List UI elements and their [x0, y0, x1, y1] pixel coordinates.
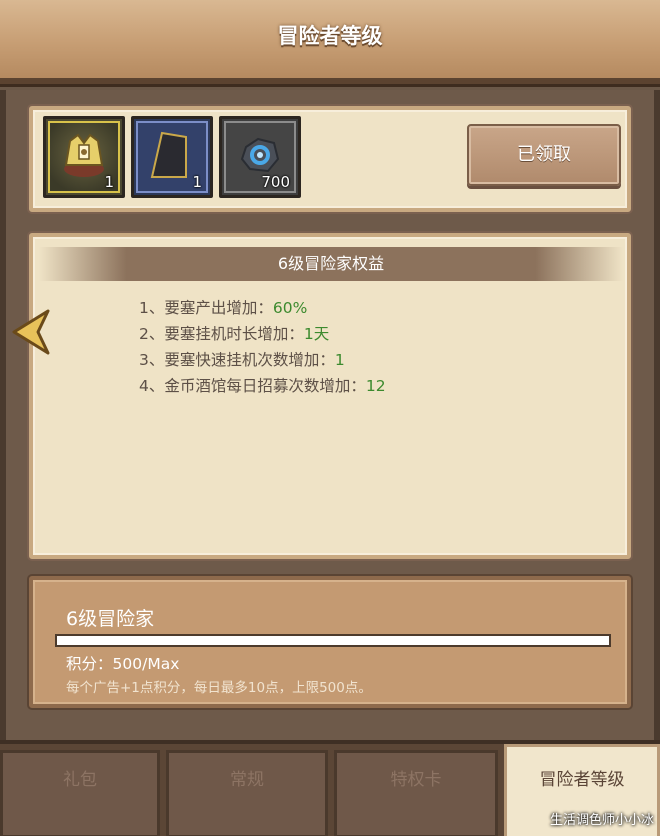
reward-count: 1	[104, 173, 114, 191]
level-progress-fill	[57, 636, 609, 645]
level-title: 6级冒险家	[66, 608, 155, 630]
benefit-row: 3、要塞快速挂机次数增加：1	[139, 351, 345, 369]
reward-count: 1	[192, 173, 202, 191]
reward-item-gem[interactable]: 700	[219, 116, 301, 198]
watermark: 生活调色师小小冰	[549, 813, 654, 828]
level-progress-bar	[55, 634, 611, 647]
page-title: 冒险者等级	[277, 24, 383, 48]
reward-count: 700	[261, 173, 290, 191]
reward-item-cloak[interactable]: 1	[131, 116, 213, 198]
benefit-value: 1	[334, 351, 345, 369]
title-bar: 冒险者等级	[0, 0, 660, 84]
tab-privilege-card[interactable]: 特权卡	[334, 750, 498, 836]
benefit-list: 1、要塞产出增加：60% 2、要塞挂机时长增加：1天 3、要塞快速挂机次数增加：…	[139, 295, 386, 399]
previous-level-arrow-icon[interactable]	[4, 307, 52, 357]
benefit-value: 60%	[272, 299, 308, 317]
claimed-button[interactable]: 已领取	[467, 124, 621, 186]
benefit-value: 1天	[303, 325, 330, 343]
score-hint: 每个广告+1点积分，每日最多10点，上限500点。	[66, 680, 372, 696]
tab-regular[interactable]: 常规	[166, 750, 328, 836]
benefit-value: 12	[365, 377, 386, 395]
benefit-panel: 6级冒险家权益 1、要塞产出增加：60% 2、要塞挂机时长增加：1天 3、要塞快…	[29, 233, 631, 559]
score-label: 积分：	[66, 655, 113, 673]
score-line: 积分：500/Max	[66, 652, 179, 674]
benefit-row: 1、要塞产出增加：60%	[139, 299, 308, 317]
benefit-title: 6级冒险家权益	[39, 247, 623, 281]
reward-panel: 1 1 700 已领取	[29, 106, 631, 212]
benefit-row: 2、要塞挂机时长增加：1天	[139, 325, 330, 343]
score-value: 500/Max	[112, 655, 180, 673]
reward-item-helmet[interactable]: 1	[43, 116, 125, 198]
benefit-row: 4、金币酒馆每日招募次数增加：12	[139, 377, 386, 395]
level-panel: 6级冒险家 积分：500/Max 每个广告+1点积分，每日最多10点，上限500…	[29, 576, 631, 708]
tab-gift-pack[interactable]: 礼包	[0, 750, 160, 836]
